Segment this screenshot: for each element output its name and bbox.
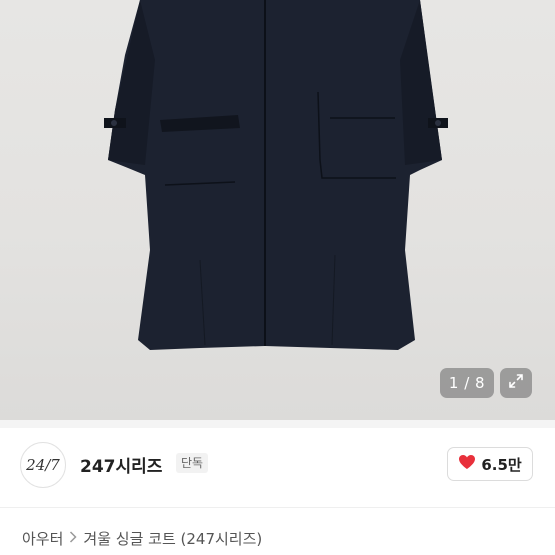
expand-image-button[interactable] [500,368,532,398]
section-divider [0,420,555,428]
heart-icon [458,454,476,474]
expand-icon [508,373,524,393]
exclusive-badge: 단독 [176,453,209,473]
breadcrumb: 아우터 겨울 싱글 코트 (247시리즈) [22,528,262,549]
shop-logo-text: 24/7 [26,456,60,474]
divider-line [0,507,555,508]
like-button[interactable]: 6.5만 [447,447,533,481]
breadcrumb-product[interactable]: 겨울 싱글 코트 (247시리즈) [83,528,262,549]
coat-photo [104,0,448,350]
chevron-right-icon [69,530,77,547]
shop-name[interactable]: 247시리즈 [80,452,162,477]
like-count: 6.5만 [481,455,522,474]
product-image-gallery[interactable]: 1 / 8 [0,0,555,420]
image-counter: 1 / 8 [440,368,494,398]
shop-logo[interactable]: 24/7 [20,442,66,488]
breadcrumb-category[interactable]: 아우터 [22,528,63,549]
shop-info-row: 24/7 247시리즈 단독 6.5만 [0,428,555,496]
